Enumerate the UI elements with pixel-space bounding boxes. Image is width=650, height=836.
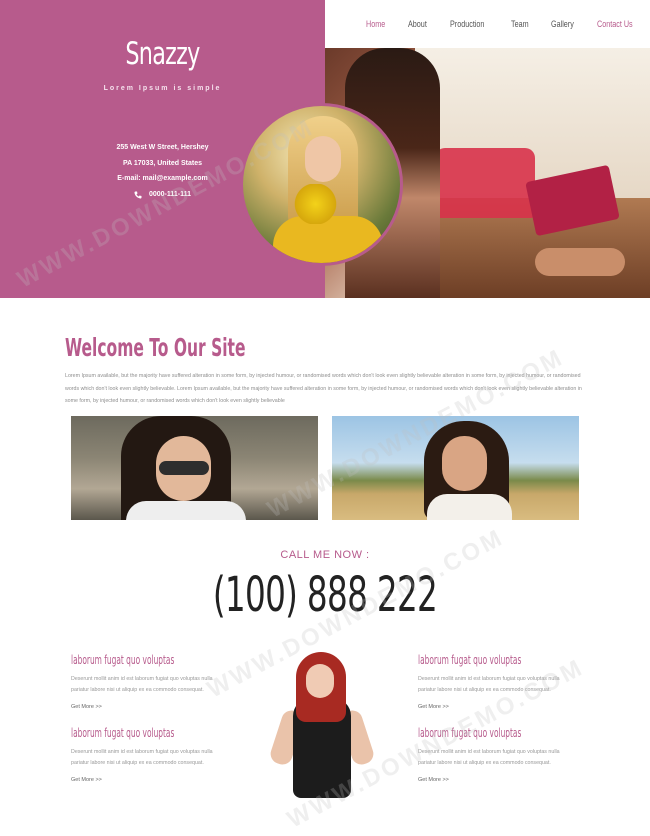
model-face — [306, 664, 334, 698]
site-logo[interactable]: Snazzy — [45, 36, 279, 72]
get-more-link[interactable]: Get More >> — [418, 704, 449, 710]
gallery-image-1[interactable] — [71, 416, 318, 520]
main-nav: Home About Production Team Gallery Conta… — [325, 0, 650, 48]
nav-item-gallery[interactable]: Gallery — [551, 19, 574, 29]
nav-item-contact-us[interactable]: Contact Us — [597, 19, 633, 29]
feature-text: Deserunt mollit anim id est laborum fugi… — [418, 749, 560, 766]
nav-item-about[interactable]: About — [408, 19, 427, 29]
photo-1-shirt — [126, 501, 246, 520]
hero-image-hand — [535, 248, 625, 276]
feature-text: Deserunt mollit anim id est laborum fugi… — [71, 749, 213, 766]
photo-2-face — [442, 436, 487, 491]
featured-circle-image — [240, 103, 403, 266]
phone-icon — [134, 190, 142, 199]
feature-item: laborum fugat quo voluptas Deserunt moll… — [418, 726, 578, 786]
address-phone[interactable]: 0000-111-111 — [149, 187, 191, 203]
feature-title: laborum fugat quo voluptas — [71, 726, 175, 740]
circle-image-flowers — [288, 184, 343, 224]
model-image — [268, 650, 378, 800]
site-tagline: Lorem Ipsum is simple — [103, 85, 222, 92]
feature-item: laborum fugat quo voluptas Deserunt moll… — [71, 653, 231, 713]
welcome-title: Welcome To Our Site — [65, 333, 246, 362]
nav-item-production[interactable]: Production — [450, 19, 484, 29]
get-more-link[interactable]: Get More >> — [71, 704, 102, 710]
get-more-link[interactable]: Get More >> — [418, 777, 449, 783]
nav-item-home[interactable]: Home — [366, 19, 385, 29]
feature-text: Deserunt mollit anim id est laborum fugi… — [418, 676, 560, 693]
photo-1-sunglasses — [159, 461, 209, 475]
photo-2-shirt — [427, 494, 512, 520]
feature-title: laborum fugat quo voluptas — [418, 653, 522, 667]
address-phone-row: 0000-111-111 — [134, 187, 191, 203]
gallery-image-2[interactable] — [332, 416, 579, 520]
call-phone-number[interactable]: (100) 888 222 — [104, 567, 546, 623]
site-header: Snazzy Lorem Ipsum is simple 255 West W … — [0, 0, 650, 298]
feature-title: laborum fugat quo voluptas — [418, 726, 522, 740]
circle-image-face — [305, 136, 341, 182]
nav-item-team[interactable]: Team — [511, 19, 529, 29]
feature-text: Deserunt mollit anim id est laborum fugi… — [71, 676, 213, 693]
get-more-link[interactable]: Get More >> — [71, 777, 102, 783]
feature-item: laborum fugat quo voluptas Deserunt moll… — [418, 653, 578, 713]
hero-image-chair — [435, 148, 535, 218]
welcome-text: Lorem Ipsum available, but the majority … — [65, 373, 582, 404]
feature-item: laborum fugat quo voluptas Deserunt moll… — [71, 726, 231, 786]
feature-title: laborum fugat quo voluptas — [71, 653, 175, 667]
call-label: CALL ME NOW : — [280, 549, 370, 561]
